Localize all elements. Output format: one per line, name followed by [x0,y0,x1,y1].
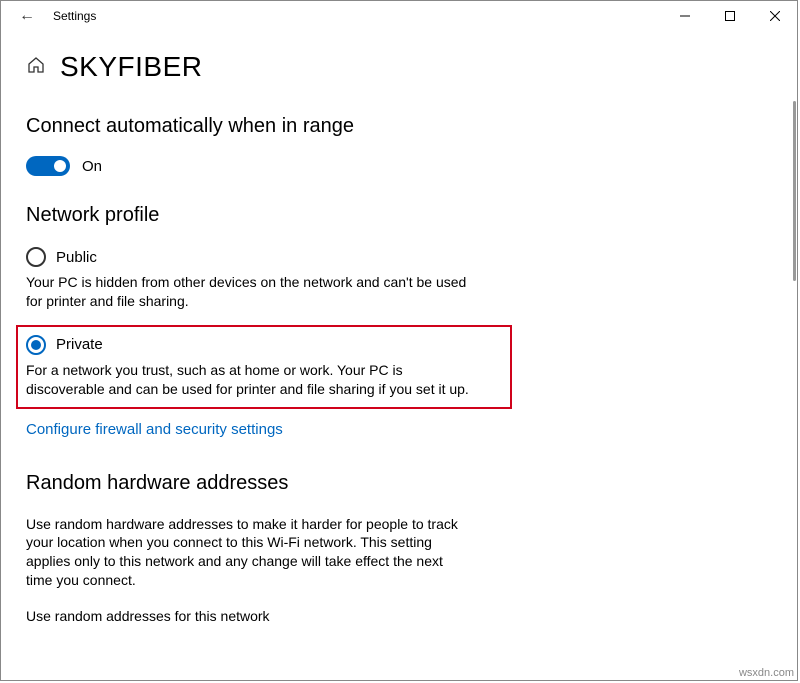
radio-public-label: Public [56,249,97,266]
maximize-button[interactable] [707,1,752,31]
page-header: SKYFIBER [26,51,772,83]
window-title: Settings [53,9,96,23]
home-icon[interactable] [26,55,46,80]
radio-public[interactable]: Public [26,247,474,267]
window-controls [662,1,797,31]
autoconnect-toggle-label: On [82,158,102,175]
autoconnect-heading: Connect automatically when in range [26,115,772,138]
settings-window: ← Settings SKYFIBER Connect automaticall… [0,0,798,681]
radio-private-label: Private [56,336,103,353]
back-button[interactable]: ← [11,3,43,29]
network-profile-heading: Network profile [26,204,772,227]
network-profile-group: Public Your PC is hidden from other devi… [26,247,474,438]
random-hw-field-label: Use random addresses for this network [26,608,772,624]
firewall-link[interactable]: Configure firewall and security settings [26,421,283,438]
close-button[interactable] [752,1,797,31]
radio-dot-icon [31,340,41,350]
random-hw-desc: Use random hardware addresses to make it… [26,515,466,591]
scrollbar[interactable] [793,101,796,281]
autoconnect-toggle[interactable] [26,156,70,176]
toggle-knob-icon [54,160,66,172]
radio-private[interactable]: Private [26,335,502,355]
radio-private-desc: For a network you trust, such as at home… [26,361,476,399]
page-title: SKYFIBER [60,51,202,83]
titlebar: ← Settings [1,1,797,31]
private-highlight-box: Private For a network you trust, such as… [16,325,512,409]
radio-icon [26,335,46,355]
content-area: SKYFIBER Connect automatically when in r… [1,31,797,680]
watermark: wsxdn.com [739,667,794,679]
random-hw-heading: Random hardware addresses [26,472,772,495]
radio-icon [26,247,46,267]
radio-public-desc: Your PC is hidden from other devices on … [26,273,474,311]
autoconnect-toggle-row: On [26,156,772,176]
minimize-button[interactable] [662,1,707,31]
